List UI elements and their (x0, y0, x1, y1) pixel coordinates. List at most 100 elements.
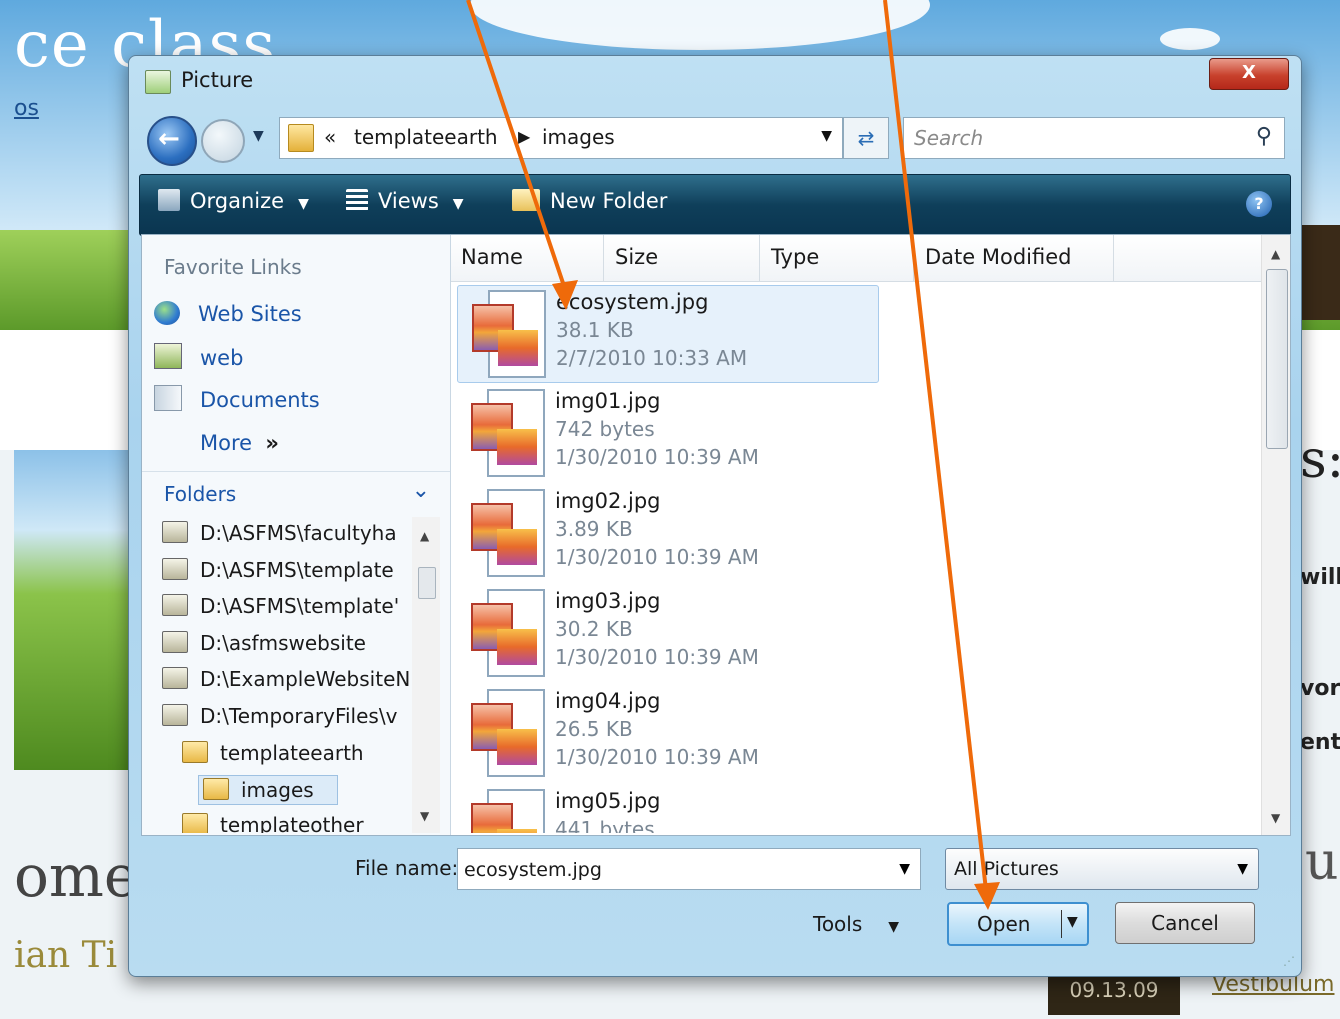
folders-header[interactable]: Folders ⌄ (142, 471, 450, 516)
column-divider[interactable] (913, 235, 914, 281)
chevron-down-icon[interactable]: ▼ (1067, 914, 1078, 930)
favorite-links-header: Favorite Links (164, 255, 302, 279)
file-date: 1/30/2010 10:39 AM (555, 445, 759, 469)
file-item[interactable]: img05.jpg 441 bytes (457, 785, 877, 833)
column-date-modified[interactable]: Date Modified (925, 245, 1071, 269)
file-name: ecosystem.jpg (556, 290, 709, 314)
right-fragment: will (1300, 565, 1340, 590)
address-dropdown-icon[interactable]: ▼ (821, 128, 832, 144)
tree-item[interactable]: D:\ASFMS\template (162, 558, 410, 582)
folders-label: Folders (164, 482, 237, 506)
split-divider (1061, 910, 1062, 938)
search-input[interactable]: Search ⚲ (903, 117, 1285, 159)
favorite-documents[interactable]: Documents (154, 385, 320, 412)
scroll-down-icon[interactable]: ▼ (420, 809, 429, 823)
forward-button[interactable] (201, 119, 245, 163)
back-arrow-icon: ← (158, 124, 180, 154)
column-type[interactable]: Type (771, 245, 819, 269)
file-name-input[interactable]: ecosystem.jpg ▼ (457, 848, 921, 890)
network-drive-icon (162, 521, 188, 543)
file-list-scrollbar[interactable]: ▲ ▼ (1261, 235, 1290, 835)
address-bar[interactable]: « templateearth ▶ images ▼ (279, 117, 843, 159)
breadcrumb-overflow[interactable]: « (324, 125, 336, 149)
search-placeholder: Search (914, 126, 984, 150)
chevron-down-icon: ▼ (888, 919, 900, 935)
file-name-value: ecosystem.jpg (464, 859, 602, 881)
tree-item-label: D:\asfmswebsite (200, 631, 366, 655)
column-name[interactable]: Name (461, 245, 523, 269)
scroll-down-icon[interactable]: ▼ (1271, 811, 1280, 825)
file-item[interactable]: img02.jpg 3.89 KB 1/30/2010 10:39 AM (457, 485, 877, 581)
image-file-icon (471, 789, 545, 833)
file-size: 441 bytes (555, 817, 655, 833)
column-divider[interactable] (759, 235, 760, 281)
image-file-icon (472, 290, 546, 378)
column-divider[interactable] (603, 235, 604, 281)
file-type-select[interactable]: All Pictures ▼ (945, 848, 1259, 890)
organize-menu[interactable]: Organize ▼ (158, 189, 309, 213)
scroll-thumb[interactable] (418, 567, 436, 599)
file-size: 3.89 KB (555, 517, 633, 541)
favorite-web[interactable]: web (154, 343, 243, 370)
open-picture-dialog: Picture X ← ▼ « templateearth ▶ images ▼… (128, 55, 1302, 977)
page-heading: ome (14, 842, 139, 910)
file-name: img03.jpg (555, 589, 661, 613)
tree-item-label: images (241, 778, 314, 802)
recent-pages-dropdown[interactable]: ▼ (253, 128, 264, 144)
network-drive-icon (162, 631, 188, 653)
scroll-up-icon[interactable]: ▲ (1271, 247, 1280, 261)
new-folder-button[interactable]: New Folder (512, 189, 667, 213)
file-list: Name Size Type Date Modified ecosystem.j… (451, 235, 1290, 835)
tree-item[interactable]: D:\ExampleWebsiteN (162, 667, 410, 691)
image-file-icon (471, 689, 545, 777)
search-icon[interactable]: ⚲ (1256, 124, 1272, 149)
tree-item-label: D:\ASFMS\template' (200, 594, 400, 618)
tree-item-label: templateearth (220, 741, 364, 765)
tree-item[interactable]: D:\ASFMS\template' (162, 594, 410, 618)
chevron-down-icon[interactable]: ▼ (899, 861, 910, 877)
tree-item-selected[interactable]: images (198, 775, 338, 805)
tree-item[interactable]: templateother (182, 813, 410, 833)
site-subtitle-link[interactable]: os (14, 96, 39, 121)
folder-icon (182, 813, 208, 833)
scroll-thumb[interactable] (1266, 269, 1288, 449)
column-divider[interactable] (1113, 235, 1114, 281)
file-item[interactable]: img01.jpg 742 bytes 1/30/2010 10:39 AM (457, 385, 877, 481)
file-item[interactable]: img04.jpg 26.5 KB 1/30/2010 10:39 AM (457, 685, 877, 781)
more-links[interactable]: More » (200, 431, 279, 455)
favorite-web-sites[interactable]: Web Sites (154, 301, 302, 326)
command-toolbar: Organize ▼ Views ▼ New Folder ? (139, 174, 1291, 236)
column-header-row: Name Size Type Date Modified (451, 235, 1261, 282)
breadcrumb-separator-icon[interactable]: ▶ (518, 127, 530, 146)
picture-icon (145, 70, 171, 94)
tree-item[interactable]: D:\TemporaryFiles\v (162, 704, 410, 728)
tree-item[interactable]: templateearth (182, 741, 410, 765)
folder-icon (288, 124, 314, 152)
title-bar[interactable]: Picture X (129, 56, 1301, 106)
breadcrumb-images[interactable]: images (542, 125, 615, 149)
views-menu[interactable]: Views ▼ (346, 189, 464, 213)
file-name-label: File name: (355, 856, 459, 880)
resize-grip-icon[interactable]: ⋰ (1283, 954, 1295, 968)
file-item-selected[interactable]: ecosystem.jpg 38.1 KB 2/7/2010 10:33 AM (457, 285, 879, 383)
open-button[interactable]: Open ▼ (947, 902, 1089, 946)
back-button[interactable]: ← (147, 116, 197, 166)
scroll-up-icon[interactable]: ▲ (420, 529, 429, 543)
folder-tree-scrollbar[interactable]: ▲ ▼ (412, 517, 440, 833)
close-button[interactable]: X (1209, 58, 1289, 90)
network-drive-icon (162, 667, 188, 689)
refresh-button[interactable]: ⇄ (843, 117, 889, 159)
network-folder-icon (154, 343, 182, 369)
new-folder-icon (512, 189, 540, 211)
tree-item-label: D:\TemporaryFiles\v (200, 704, 398, 728)
file-item[interactable]: img03.jpg 30.2 KB 1/30/2010 10:39 AM (457, 585, 877, 681)
tree-item[interactable]: D:\asfmswebsite (162, 631, 410, 655)
tools-menu[interactable]: Tools ▼ (813, 912, 899, 936)
breadcrumb-templateearth[interactable]: templateearth (354, 125, 498, 149)
favorite-label: web (200, 346, 244, 370)
tree-item[interactable]: D:\ASFMS\facultyha (162, 521, 410, 545)
column-size[interactable]: Size (615, 245, 658, 269)
help-button[interactable]: ? (1246, 191, 1272, 217)
cancel-button[interactable]: Cancel (1115, 902, 1255, 944)
author-name: ian Ti (14, 935, 118, 976)
